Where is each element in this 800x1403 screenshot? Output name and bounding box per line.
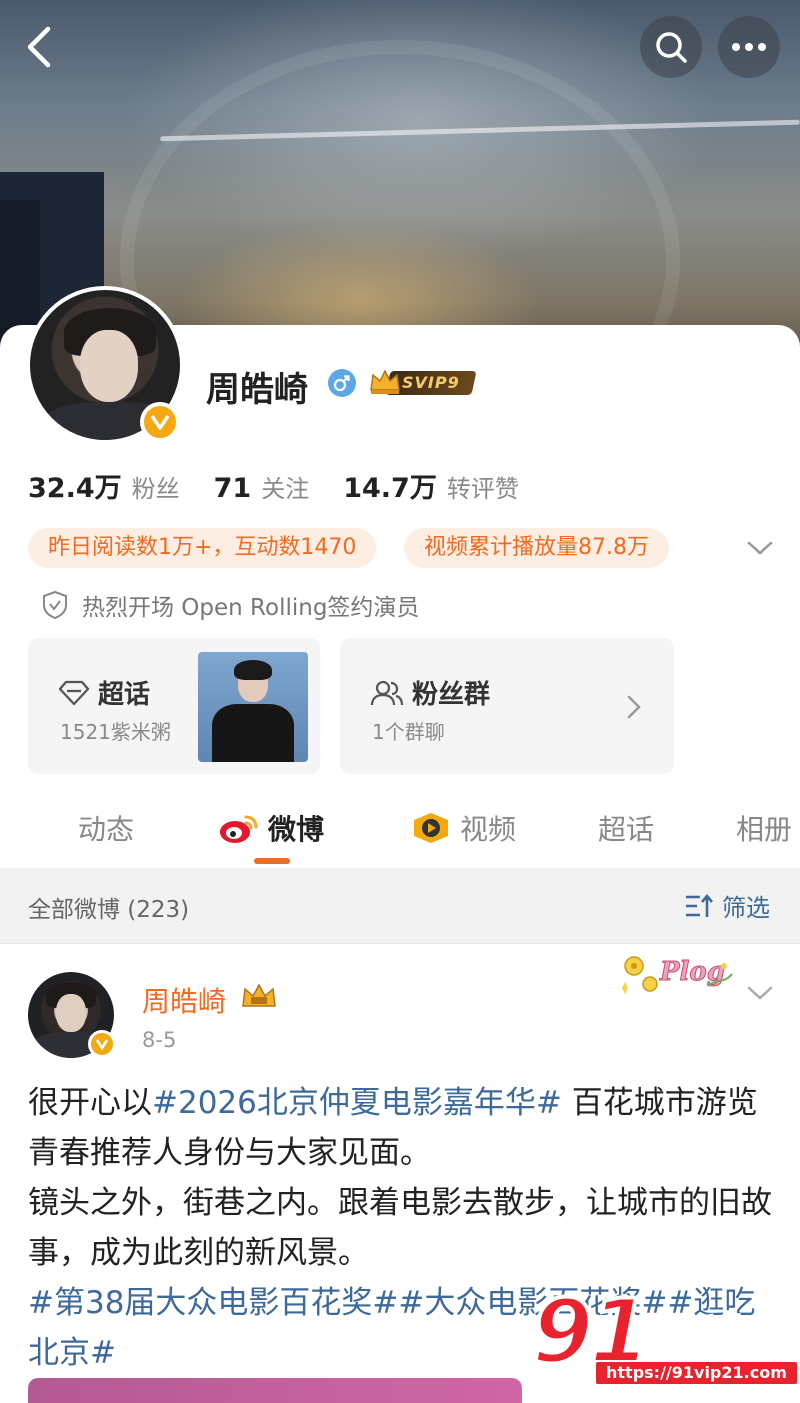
all-weibo-count: 全部微博 (223) xyxy=(28,897,190,923)
vip-crown-icon xyxy=(242,983,276,1007)
super-topic-title: 超话 xyxy=(98,680,151,710)
video-play-icon xyxy=(414,813,448,843)
tab-dynamic[interactable]: 动态 xyxy=(78,808,134,848)
shield-check-icon xyxy=(43,590,67,620)
search-button[interactable] xyxy=(640,16,702,78)
search-icon xyxy=(656,32,687,63)
more-button[interactable] xyxy=(718,16,780,78)
plog-sticker-icon: Plog xyxy=(622,956,733,994)
tab-weibo[interactable]: 微博 xyxy=(218,808,324,848)
tab-video[interactable]: 视频 xyxy=(410,808,516,848)
more-dots-icon xyxy=(732,43,766,51)
followers-count[interactable]: 32.4万 xyxy=(28,466,122,505)
filter-bar: 全部微博 (223) 筛选 xyxy=(0,868,800,944)
following-label[interactable]: 关注 xyxy=(261,469,309,504)
super-topic-thumbnail xyxy=(198,652,308,762)
svip-badge[interactable]: SVIP9 xyxy=(368,366,477,398)
back-button[interactable] xyxy=(18,22,58,72)
interactions-label: 转评赞 xyxy=(446,475,519,503)
super-topic-sub: 1521紫米粥 xyxy=(60,720,171,744)
followers-label[interactable]: 粉丝 xyxy=(132,469,180,504)
weibo-logo-icon xyxy=(220,815,258,843)
reads-highlight-pill[interactable]: 昨日阅读数1万+，互动数1470 xyxy=(28,528,377,568)
chevron-left-icon xyxy=(27,26,51,68)
interactions-count: 14.7万 xyxy=(343,473,437,504)
signed-info: 热烈开场 Open Rolling签约演员 xyxy=(42,588,419,622)
tab-album[interactable]: 相册 xyxy=(736,808,792,848)
fan-group-card[interactable]: 粉丝群 1个群聊 xyxy=(340,638,674,774)
post-text-line2: 镜头之外，街巷之内。跟着电影去散步，让城市的旧故事，成为此刻的新风景。 xyxy=(28,1185,772,1271)
chevron-down-icon[interactable] xyxy=(746,536,774,560)
profile-name: 周皓崎 xyxy=(206,370,308,410)
super-topic-card[interactable]: 超话 1521紫米粥 xyxy=(28,638,320,774)
post-author-name[interactable]: 周皓崎 xyxy=(142,980,226,1020)
post-media[interactable] xyxy=(28,1378,522,1403)
profile-tabs: 动态 微博 视频 超话 相册 xyxy=(0,796,800,868)
following-count[interactable]: 71 xyxy=(214,473,252,504)
chevron-right-icon xyxy=(627,695,641,719)
post-hashtag[interactable]: #2026北京仲夏电影嘉年华# xyxy=(152,1085,562,1121)
verified-badge-icon xyxy=(140,402,180,442)
post-date: 8-5 xyxy=(142,1028,177,1052)
fan-group-sub: 1个群聊 xyxy=(372,720,445,744)
fan-group-title: 粉丝群 xyxy=(412,680,491,710)
post-verified-icon xyxy=(88,1030,116,1058)
male-icon xyxy=(328,369,356,397)
filter-sort-icon xyxy=(686,893,713,917)
watermark-logo: 91 吃瓜中心 https://91vip21.com xyxy=(528,1282,797,1396)
group-icon xyxy=(370,680,404,705)
filter-button[interactable]: 筛选 xyxy=(684,888,770,923)
tab-super-topic[interactable]: 超话 xyxy=(598,808,654,848)
post-menu-chevron-icon[interactable] xyxy=(746,982,774,1004)
video-plays-pill[interactable]: 视频累计播放量87.8万 xyxy=(404,528,669,568)
sky-halo xyxy=(120,40,680,360)
active-tab-indicator xyxy=(254,858,290,864)
diamond-icon xyxy=(58,680,90,705)
crown-icon xyxy=(370,369,400,394)
signed-text: 热烈开场 Open Rolling签约演员 xyxy=(82,595,420,621)
profile-stats: 32.4万 粉丝 71 关注 14.7万 转评赞 xyxy=(28,466,553,505)
